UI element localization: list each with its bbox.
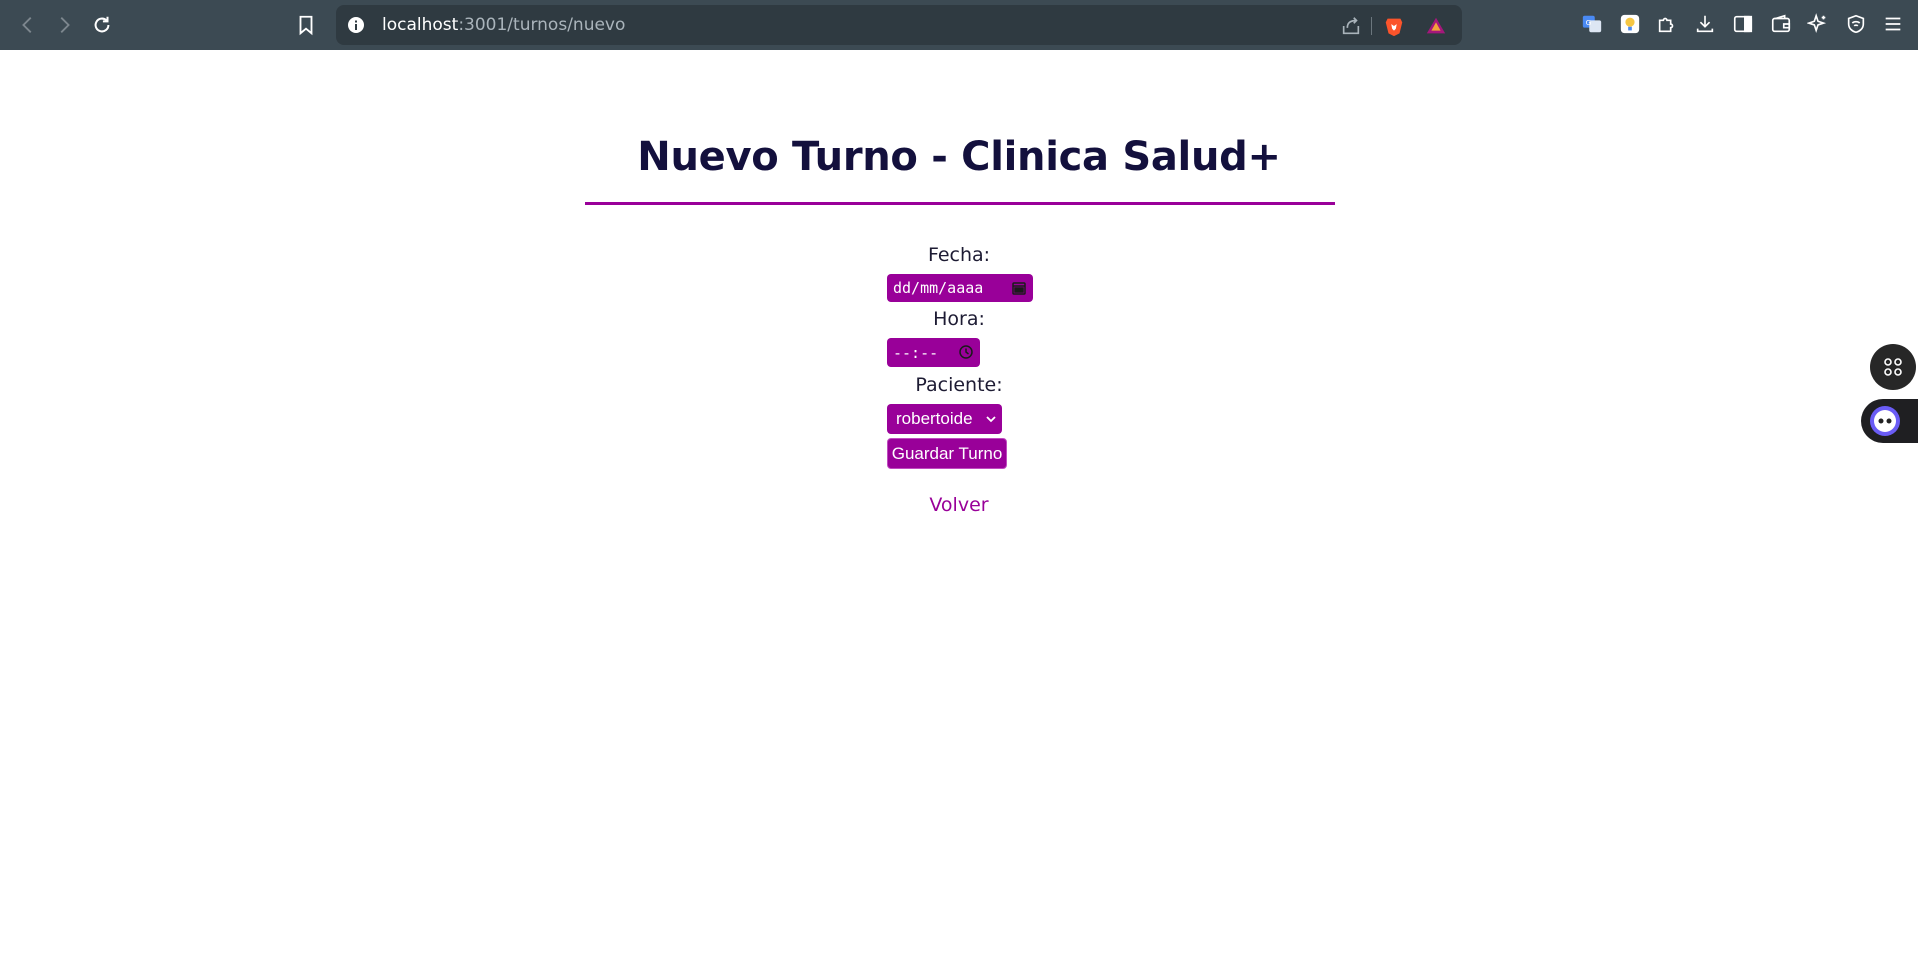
translate-extension[interactable]: G — [1580, 12, 1604, 36]
lightbulb-icon — [1620, 14, 1640, 34]
clock-icon[interactable] — [958, 344, 974, 360]
url-host: localhost — [382, 15, 459, 35]
fecha-label: Fecha: — [927, 244, 991, 266]
wallet-button[interactable] — [1769, 12, 1793, 36]
sparkle-icon — [1807, 13, 1827, 34]
calendar-icon[interactable] — [1011, 280, 1027, 296]
fecha-date-input[interactable]: dd/mm/aaaa — [887, 274, 1033, 302]
url-path: :3001/turnos/nuevo — [458, 15, 626, 35]
svg-text:G: G — [1586, 18, 1592, 27]
forward-button[interactable] — [49, 11, 79, 39]
grid-icon — [1884, 358, 1902, 376]
paciente-label: Paciente: — [915, 374, 1003, 396]
chevron-right-icon — [60, 17, 70, 33]
hora-label: Hora: — [933, 308, 985, 330]
wallet-icon — [1771, 14, 1791, 33]
extensions-button[interactable] — [1655, 12, 1679, 36]
info-icon[interactable] — [346, 15, 366, 35]
lightbulb-extension[interactable] — [1618, 12, 1642, 36]
page-title: Nuevo Turno - Clinica Salud+ — [637, 134, 1281, 180]
sidebar-button[interactable] — [1731, 12, 1755, 36]
download-icon — [1696, 15, 1714, 33]
reload-button[interactable] — [87, 11, 117, 39]
floating-assistant-button[interactable] — [1861, 399, 1918, 443]
hora-placeholder: --:-- — [893, 343, 939, 362]
back-button[interactable] — [13, 11, 43, 39]
url-text[interactable]: localhost:3001/turnos/nuevo — [382, 14, 625, 36]
menu-icon — [1885, 17, 1901, 31]
reload-icon — [94, 16, 110, 33]
hora-time-input[interactable]: --:-- — [887, 338, 980, 367]
brave-lion-icon[interactable] — [1383, 15, 1405, 37]
chevron-down-icon — [986, 416, 996, 423]
main-menu-button[interactable] — [1881, 12, 1905, 36]
shield-icon — [1847, 14, 1865, 34]
triangle-icon[interactable] — [1425, 15, 1447, 37]
puzzle-icon — [1658, 17, 1674, 33]
omnibox-separator — [1371, 17, 1372, 35]
address-bar[interactable]: localhost:3001/turnos/nuevo — [336, 5, 1462, 45]
vpn-button[interactable] — [1844, 12, 1868, 36]
paciente-selected-value: robertoide — [896, 409, 973, 428]
sidebar-icon — [1733, 15, 1753, 33]
downloads-button[interactable] — [1693, 12, 1717, 36]
volver-link[interactable]: Volver — [0, 494, 1918, 516]
bookmark-button[interactable] — [291, 11, 321, 39]
browser-toolbar: localhost:3001/turnos/nuevo G — [0, 0, 1918, 50]
guardar-turno-button[interactable]: Guardar Turno — [887, 438, 1007, 469]
paciente-select[interactable]: robertoide — [887, 404, 1002, 434]
assistant-face-icon — [1870, 406, 1900, 436]
title-divider — [585, 202, 1335, 205]
floating-apps-button[interactable] — [1870, 344, 1916, 390]
share-icon[interactable] — [1340, 15, 1362, 37]
chevron-left-icon — [22, 17, 32, 33]
bookmark-icon — [299, 15, 313, 36]
ai-button[interactable] — [1806, 12, 1830, 36]
translate-icon: G — [1582, 15, 1602, 33]
fecha-placeholder: dd/mm/aaaa — [893, 279, 984, 297]
